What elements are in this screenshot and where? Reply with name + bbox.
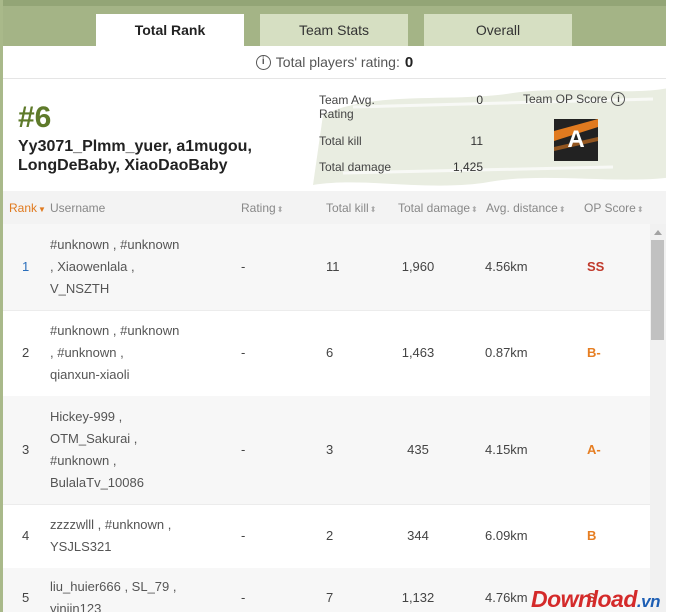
table-row[interactable]: 1 #unknown , #unknown, Xiaowenlala , V_NSZ… bbox=[3, 224, 650, 311]
row-total-damage: 435 bbox=[407, 442, 429, 457]
tab-overall[interactable]: Overall bbox=[424, 14, 572, 46]
row-avg-distance: 4.15km bbox=[485, 442, 528, 457]
username-line[interactable]: #unknown , bbox=[50, 450, 220, 472]
row-rating: - bbox=[241, 259, 246, 274]
row-rating: - bbox=[241, 345, 246, 360]
table-row[interactable]: 4 zzzzwlll , #unknown , YSJLS321 - 2 344 6.09k… bbox=[3, 504, 650, 569]
username-line[interactable]: BulalaTv_10086 bbox=[50, 472, 220, 494]
row-avg-distance: 0.87km bbox=[485, 345, 528, 360]
team-rank: #6 bbox=[18, 101, 52, 134]
stat-value-total-damage: 1,425 bbox=[452, 160, 483, 174]
tab-total-rank[interactable]: Total Rank bbox=[96, 14, 244, 46]
username-line[interactable]: zzzzwlll , #unknown , bbox=[50, 514, 220, 536]
row-avg-distance: 4.76km bbox=[485, 590, 528, 605]
row-op-score: SS bbox=[587, 259, 605, 274]
column-header-rank[interactable]: Rank▼ bbox=[9, 201, 46, 215]
stat-value-total-kill: 11 bbox=[470, 134, 483, 148]
row-total-kill: 2 bbox=[326, 528, 334, 543]
row-usernames: liu_huier666 , SL_79 , yinjin123 bbox=[50, 576, 220, 612]
sort-icon: ⬍ bbox=[471, 205, 478, 214]
username-line[interactable]: V_NSZTH bbox=[50, 278, 220, 300]
username-line[interactable]: YSJLS321 bbox=[50, 536, 220, 558]
row-usernames: #unknown , #unknown, #unknown , qianxun-x… bbox=[50, 320, 220, 386]
row-total-kill: 3 bbox=[326, 442, 334, 457]
column-header-total-kill[interactable]: Total kill⬍ bbox=[326, 201, 376, 215]
row-total-damage: 1,463 bbox=[401, 345, 435, 360]
column-header-op-score[interactable]: OP Score⬍ bbox=[584, 201, 644, 215]
team-op-score-title: Team OP Score i bbox=[523, 92, 626, 106]
tab-bar-top-strip bbox=[3, 0, 666, 6]
sort-icon: ⬍ bbox=[276, 205, 284, 214]
row-op-score: B bbox=[587, 528, 597, 543]
row-total-kill: 11 bbox=[326, 259, 340, 274]
stat-label-total-kill: Total kill bbox=[319, 134, 362, 148]
sort-icon: ⬍ bbox=[558, 205, 566, 214]
column-header-username: Username bbox=[50, 201, 106, 215]
username-line[interactable]: OTM_Sakurai , bbox=[50, 428, 220, 450]
username-line[interactable]: yinjin123 bbox=[50, 598, 220, 612]
username-line[interactable]: , #unknown , bbox=[50, 342, 220, 364]
stat-value-avg-rating: 0 bbox=[476, 93, 483, 107]
sort-icon: ⬍ bbox=[636, 205, 644, 214]
row-rating: - bbox=[241, 590, 246, 605]
column-header-avg-distance[interactable]: Avg. distance⬍ bbox=[486, 201, 566, 215]
tab-team-stats[interactable]: Team Stats bbox=[260, 14, 408, 46]
team-summary: #6 Yy3071_Plmm_yuer, a1mugou, LongDeBaby… bbox=[3, 79, 666, 191]
team-op-score-grade: A bbox=[567, 126, 585, 153]
players-rating-label: Total players' rating: bbox=[275, 54, 400, 70]
row-usernames: zzzzwlll , #unknown , YSJLS321 bbox=[50, 514, 220, 558]
row-usernames: #unknown , #unknown, Xiaowenlala , V_NSZT… bbox=[50, 234, 220, 300]
username-line[interactable]: qianxun-xiaoli bbox=[50, 364, 220, 386]
players-rating-value: 0 bbox=[404, 53, 414, 71]
username-line[interactable]: Hickey-999 , bbox=[50, 406, 220, 428]
sort-icon: ⬍ bbox=[369, 205, 377, 214]
row-op-score: B- bbox=[587, 345, 601, 360]
row-total-damage: 1,132 bbox=[401, 590, 435, 605]
table-header: Rank▼ Username Rating⬍ Total kill⬍ Total… bbox=[3, 191, 666, 224]
scrollbar-thumb[interactable] bbox=[651, 240, 664, 340]
team-member-names: Yy3071_Plmm_yuer, a1mugou, LongDeBaby, X… bbox=[18, 138, 252, 174]
team-op-score-label: Team OP Score bbox=[523, 92, 608, 106]
row-usernames: Hickey-999 , OTM_Sakurai , #unknown , Bulal… bbox=[50, 406, 220, 494]
stat-label-avg-rating: Team Avg. Rating bbox=[319, 93, 375, 121]
row-rank: 2 bbox=[22, 345, 30, 360]
row-total-kill: 6 bbox=[326, 345, 334, 360]
scroll-up-arrow-icon[interactable] bbox=[654, 230, 662, 235]
table-row[interactable]: 2 #unknown , #unknown, #unknown , qianxun-… bbox=[3, 310, 650, 397]
watermark-logo: Download.vn bbox=[531, 586, 660, 612]
row-rank: 4 bbox=[22, 528, 30, 543]
row-rating: - bbox=[241, 528, 246, 543]
row-op-score: A- bbox=[587, 442, 601, 457]
row-total-kill: 7 bbox=[326, 590, 334, 605]
row-total-damage: 344 bbox=[407, 528, 429, 543]
info-icon[interactable]: i bbox=[611, 92, 626, 106]
table-body: 1 #unknown , #unknown, Xiaowenlala , V_NSZ… bbox=[3, 224, 650, 612]
total-players-rating: i Total players' rating: 0 bbox=[3, 46, 666, 79]
username-line[interactable]: #unknown , #unknown bbox=[50, 234, 220, 256]
row-rating: - bbox=[241, 442, 246, 457]
vertical-scrollbar[interactable] bbox=[650, 224, 666, 612]
right-margin bbox=[666, 0, 692, 612]
column-header-total-damage[interactable]: Total damage⬍ bbox=[398, 201, 478, 215]
info-icon[interactable]: i bbox=[255, 54, 271, 70]
row-avg-distance: 6.09km bbox=[485, 528, 528, 543]
username-line[interactable]: liu_huier666 , SL_79 , bbox=[50, 576, 220, 598]
row-avg-distance: 4.56km bbox=[485, 259, 528, 274]
row-rank: 3 bbox=[22, 442, 30, 457]
team-op-score-badge: A bbox=[554, 119, 598, 161]
stat-label-total-damage: Total damage bbox=[319, 160, 392, 174]
row-rank: 1 bbox=[22, 259, 30, 274]
sort-desc-icon: ▼ bbox=[38, 205, 46, 214]
row-total-damage: 1,960 bbox=[401, 259, 435, 274]
username-line[interactable]: , Xiaowenlala , bbox=[50, 256, 220, 278]
column-header-rating[interactable]: Rating⬍ bbox=[241, 201, 283, 215]
row-rank: 5 bbox=[22, 590, 30, 605]
table-row[interactable]: 3 Hickey-999 , OTM_Sakurai , #unknown , Bula… bbox=[3, 396, 650, 505]
username-line[interactable]: #unknown , #unknown bbox=[50, 320, 220, 342]
